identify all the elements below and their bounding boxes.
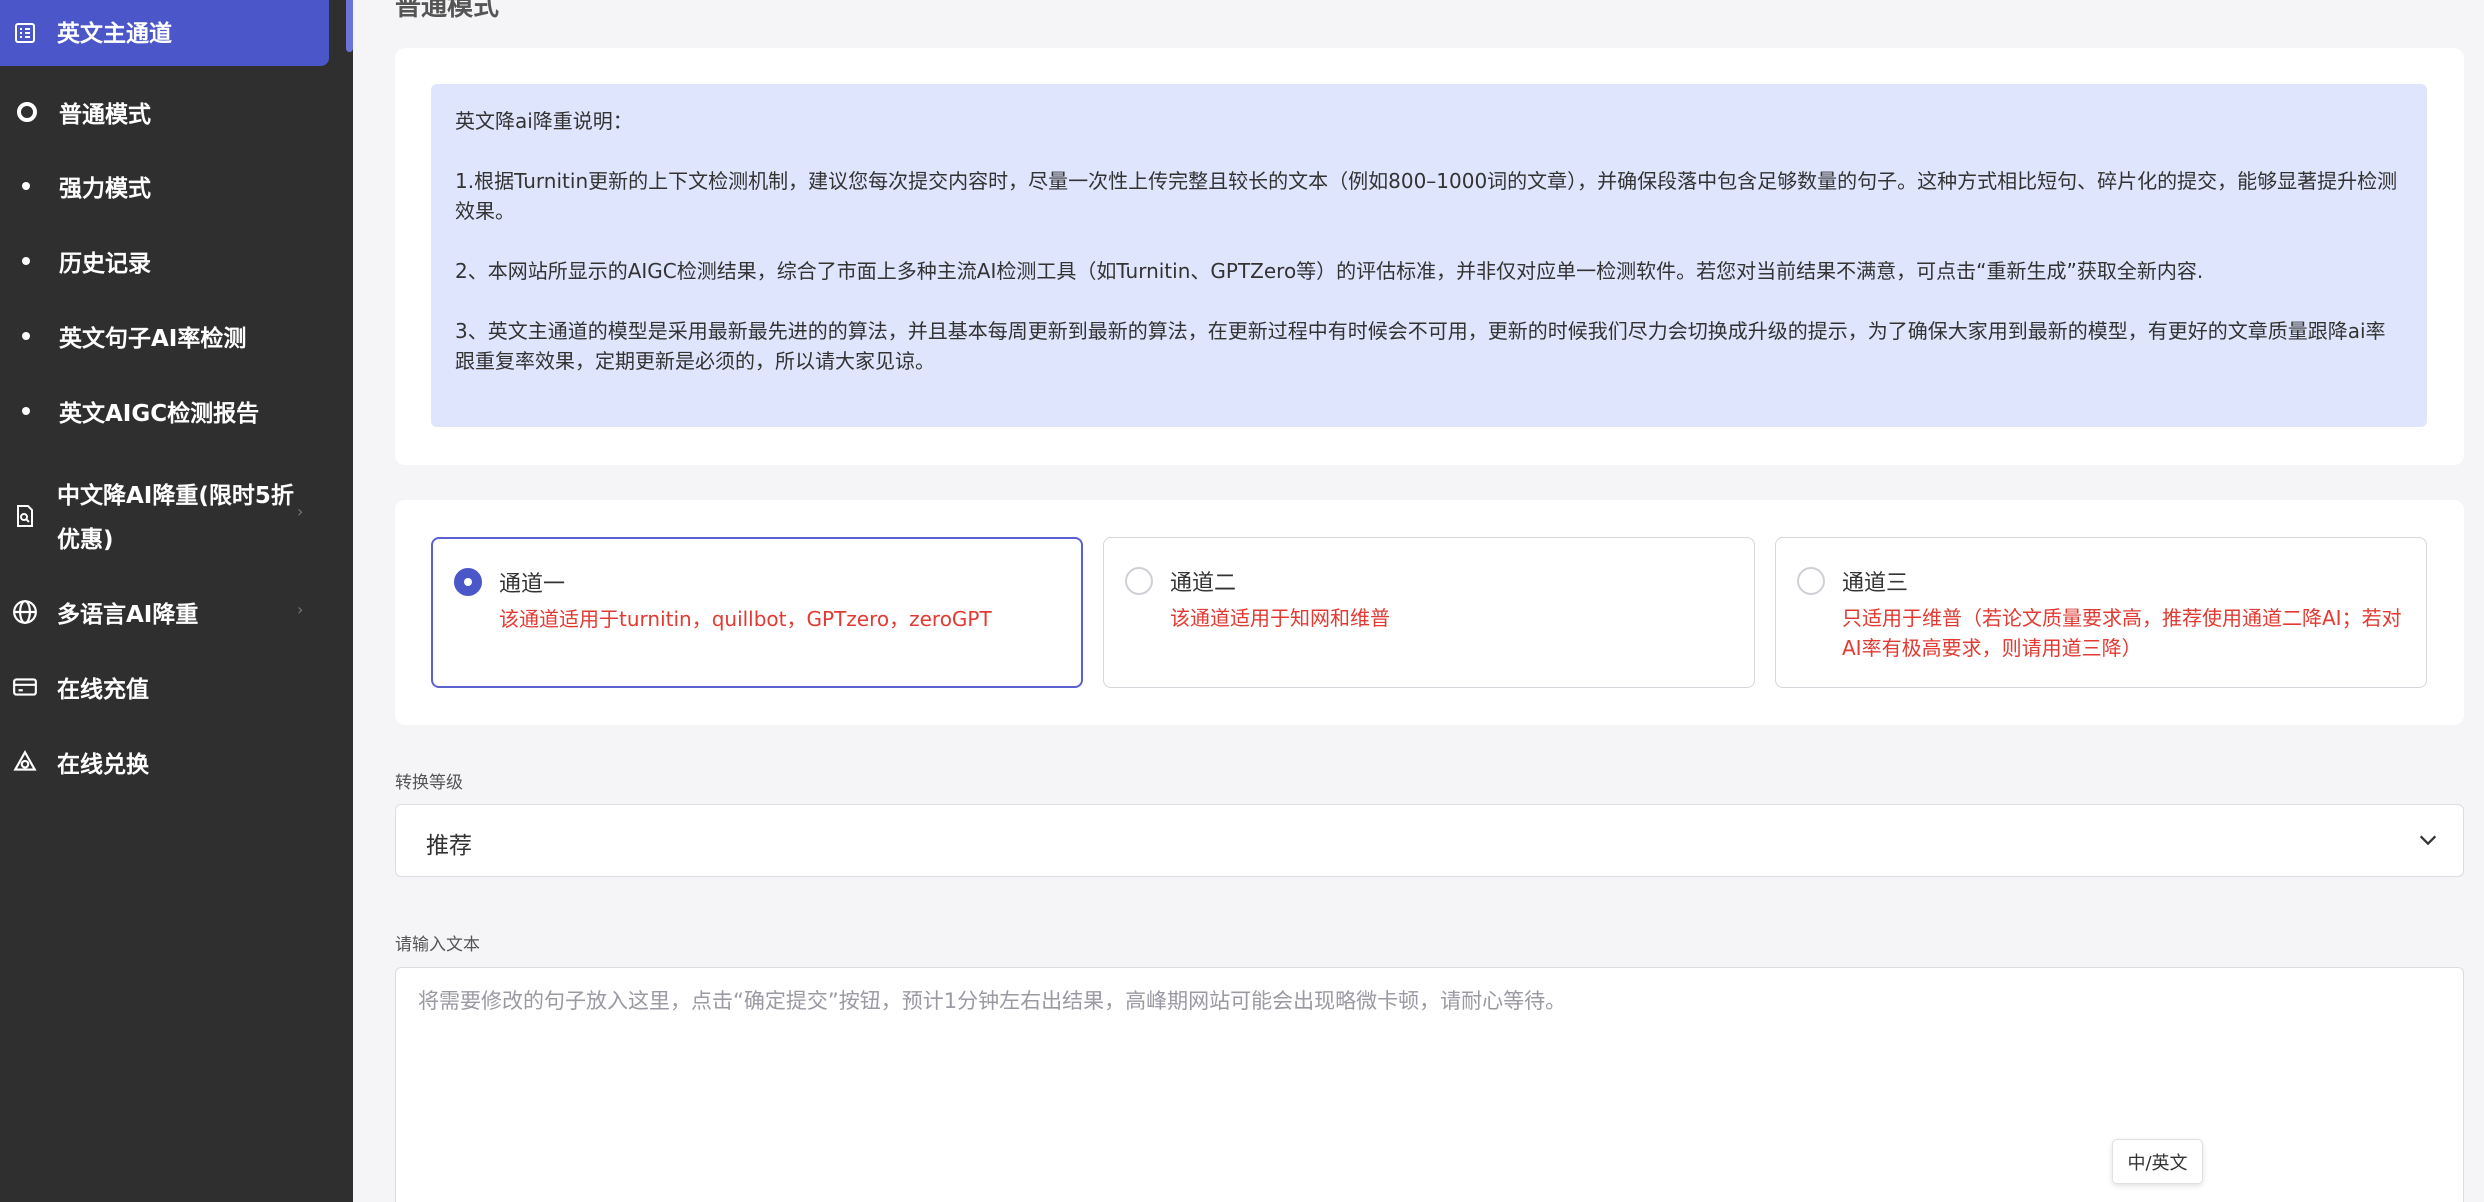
chevron-right-icon: › <box>297 600 304 619</box>
sidebar-item-label: 在线兑换 <box>57 752 149 778</box>
dot-icon <box>22 332 30 340</box>
sidebar-subitem-label: 英文句子AI率检测 <box>59 326 247 352</box>
radio-checked-icon[interactable] <box>454 568 482 596</box>
sidebar-subitem-label: 历史记录 <box>59 251 151 277</box>
channel-option-3[interactable]: 通道三 只适用于维普（若论文质量要求高，推荐使用通道二降AI；若对AI率有极高要… <box>1775 537 2427 688</box>
notice-paragraph-3: 3、英文主通道的模型是采用最新最先进的的算法，并且基本每周更新到最新的算法，在更… <box>455 319 2386 373</box>
sidebar-subitem-sentence-ai-detect[interactable]: 英文句子AI率检测 <box>0 316 353 356</box>
channel-desc: 只适用于维普（若论文质量要求高，推荐使用通道二降AI；若对AI率有极高要求，则请… <box>1842 606 2402 660</box>
notice-box: 英文降ai降重说明： 1.根据Turnitin更新的上下文检测机制，建议您每次提… <box>431 84 2427 427</box>
sidebar-subitem-history[interactable]: 历史记录 <box>0 241 353 281</box>
ring-icon <box>17 102 37 122</box>
channel-option-1[interactable]: 通道一 该通道适用于turnitin，quillbot，GPTzero，zero… <box>431 537 1083 688</box>
notice-paragraph-1: 1.根据Turnitin更新的上下文检测机制，建议您每次提交内容时，尽量一次性上… <box>455 169 2398 223</box>
chevron-down-icon <box>2417 829 2439 851</box>
sidebar-subitem-label: 强力模式 <box>59 176 151 202</box>
level-label: 转换等级 <box>395 773 463 793</box>
channel-title: 通道三 <box>1842 571 1909 596</box>
notice-paragraph-2: 2、本网站所显示的AIGC检测结果，综合了市面上多种主流AI检测工具（如Turn… <box>455 259 2204 283</box>
input-label: 请输入文本 <box>395 935 480 955</box>
sidebar-subitem-strong-mode[interactable]: 强力模式 <box>0 166 353 206</box>
scroll-indicator <box>346 0 353 52</box>
doc-search-icon <box>12 503 38 529</box>
channel-desc: 该通道适用于知网和维普 <box>1170 606 1390 630</box>
sidebar-subitem-normal-mode[interactable]: 普通模式 <box>0 92 353 132</box>
sidebar-item-label: 多语言AI降重 <box>57 602 199 628</box>
sidebar-item-label-line1: 中文降AI降重(限时5折 <box>57 483 294 509</box>
level-select-value: 推荐 <box>426 833 472 859</box>
sidebar-item-chinese-ai-reduce[interactable]: 中文降AI降重(限时5折 优惠) › <box>0 470 353 562</box>
exchange-icon <box>12 749 38 775</box>
chevron-right-icon: › <box>297 502 304 521</box>
dot-icon <box>22 257 30 265</box>
sidebar: 英文主通道 普通模式 强力模式 历史记录 英文句子AI率检测 英文AIGC检测报… <box>0 0 353 1202</box>
level-select[interactable]: 推荐 <box>395 804 2464 877</box>
notice-heading: 英文降ai降重说明： <box>455 109 633 133</box>
card-icon <box>12 674 38 700</box>
channel-option-2[interactable]: 通道二 该通道适用于知网和维普 <box>1103 537 1755 688</box>
sidebar-item-label-line2: 优惠) <box>57 527 114 553</box>
radio-unchecked-icon[interactable] <box>1125 567 1153 595</box>
globe-icon <box>12 599 38 625</box>
sidebar-item-recharge[interactable]: 在线充值 <box>0 667 353 707</box>
dot-icon <box>22 407 30 415</box>
sidebar-item-redeem[interactable]: 在线兑换 <box>0 742 353 782</box>
document-list-icon <box>12 20 38 46</box>
language-toggle-button[interactable]: 中/英文 <box>2112 1139 2203 1184</box>
sidebar-subitem-aigc-report[interactable]: 英文AIGC检测报告 <box>0 391 353 431</box>
channel-desc: 该通道适用于turnitin，quillbot，GPTzero，zeroGPT <box>499 607 992 631</box>
dot-icon <box>22 182 30 190</box>
sidebar-item-multilang[interactable]: 多语言AI降重 › <box>0 592 353 632</box>
sidebar-subitem-label: 普通模式 <box>59 102 151 128</box>
channel-title: 通道一 <box>499 572 566 597</box>
page-title: 普通模式 <box>395 0 500 22</box>
sidebar-item-english-main[interactable]: 英文主通道 <box>0 0 329 66</box>
sidebar-item-label: 在线充值 <box>57 677 149 703</box>
channel-title: 通道二 <box>1170 571 1237 596</box>
sidebar-subitem-label: 英文AIGC检测报告 <box>59 401 260 427</box>
radio-unchecked-icon[interactable] <box>1797 567 1825 595</box>
sidebar-item-label: 英文主通道 <box>57 21 172 47</box>
